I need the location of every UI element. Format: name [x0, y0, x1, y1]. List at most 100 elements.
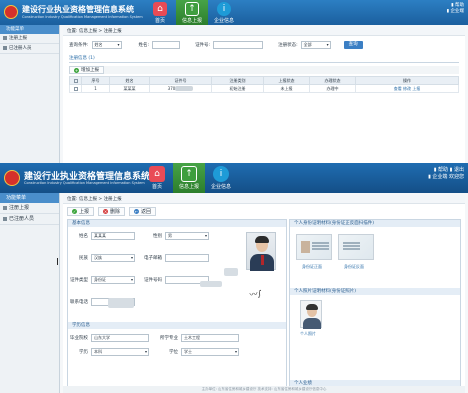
help-logout-links[interactable]: ▮ 帮助 ▮ 退出 [428, 167, 464, 174]
menu-item-icon [3, 35, 7, 40]
condition-value: 姓名 [94, 42, 103, 47]
nav-home[interactable]: ⌂ 首页 [141, 163, 173, 193]
menu-item-icon [3, 216, 7, 221]
chevron-down-icon: ▾ [326, 42, 329, 47]
nation-select[interactable]: 汉族 ▾ [91, 254, 135, 262]
nav-report[interactable]: ↑ 信息上报 [173, 163, 205, 193]
photo-body [303, 318, 321, 329]
table-header-row: 序号 姓名 证件号 注册类别 上报状态 办理状态 操作 [69, 76, 459, 85]
card-front-caption[interactable]: 身份证正面 [302, 264, 322, 270]
gender-select[interactable]: 男 ▾ [165, 232, 209, 240]
person-photo [246, 232, 276, 271]
column-header: 证件号 [149, 76, 212, 85]
select-all-checkbox[interactable] [73, 79, 78, 83]
nav-company[interactable]: i 企业信息 [208, 0, 240, 25]
sidebar-title: 功能菜单 [0, 193, 59, 203]
column-header[interactable] [69, 76, 82, 85]
sidebar: 功能菜单 注册上报 已注册人员 [0, 193, 60, 393]
degree-row: 学历 本科 ▾ 学位 学士 ▾ [70, 348, 239, 356]
nav-report[interactable]: ↑ 信息上报 [176, 0, 208, 25]
top-nav: ⌂ 首页 ↑ 信息上报 i 企业信息 [144, 0, 240, 25]
row-checkbox[interactable] [73, 87, 78, 91]
name-input[interactable]: 某某某 [91, 232, 135, 240]
table-cell: 某某某 [109, 84, 150, 93]
card-text-lines [312, 242, 329, 244]
row-checkbox-cell[interactable] [69, 84, 82, 93]
condition-select[interactable]: 姓名 ▾ [91, 41, 122, 49]
major-input[interactable]: 土木工程 [181, 334, 239, 342]
degree-value: 本科 [94, 349, 102, 354]
sidebar-item-registered[interactable]: 已注册人员 [0, 214, 59, 225]
table-row[interactable]: 1 某某某 370 初始注册 未上报 办理中 查看 修改 上报 [69, 84, 459, 93]
table-cell: 未上报 [263, 84, 310, 93]
add-button[interactable]: + 增加上报 [69, 66, 104, 74]
nav-home[interactable]: ⌂ 首页 [144, 0, 176, 25]
email-input[interactable] [165, 254, 209, 262]
add-label: 增加上报 [81, 68, 99, 73]
id-photo[interactable] [300, 300, 322, 329]
text-cursor-icon: I [56, 257, 59, 268]
nav-home-label: 首页 [151, 184, 162, 190]
degree-label: 学历 [79, 350, 88, 355]
photo-materials-heading: 个人照片证明材料(身份证照片) [290, 288, 460, 295]
degree-select[interactable]: 本科 ▾ [91, 348, 149, 356]
emblem-icon [4, 5, 18, 19]
chevron-down-icon: ▾ [130, 277, 133, 282]
school-input[interactable]: 山东大学 [91, 334, 149, 342]
chevron-down-icon: ▾ [234, 349, 237, 354]
back-button[interactable]: ← 返回 [129, 206, 157, 216]
app-header: 建设行业执业资格管理信息系统 Construction Industry Qua… [0, 0, 468, 25]
education-heading: 学历信息 [68, 322, 286, 329]
table-cell: 办理中 [309, 84, 356, 93]
column-header: 上报状态 [263, 76, 310, 85]
sidebar: 功能菜单 注册上报 已注册人员 [0, 25, 60, 163]
back-icon: ← [134, 208, 140, 214]
photo-caption[interactable]: 个人照片 [300, 331, 316, 337]
home-icon: ⌂ [153, 2, 167, 16]
card-back-caption[interactable]: 身份证反面 [344, 264, 364, 270]
breadcrumb: 位置: 信息上报 > 注册上报 [63, 195, 465, 204]
nation-value: 汉族 [94, 255, 102, 260]
app-title: 建设行业执业资格管理信息系统 [22, 5, 134, 14]
nav-report-label: 信息上报 [181, 18, 202, 24]
column-header: 办理状态 [309, 76, 356, 85]
name-gender-row: 姓名 某某某 性别 男 ▾ [70, 232, 209, 240]
sidebar-item-register[interactable]: 注册上报 [0, 203, 59, 214]
mobile-label: 联系电话 [70, 300, 88, 305]
column-header: 操作 [355, 76, 459, 85]
sidebar-item-register[interactable]: 注册上报 [0, 34, 59, 44]
id-card-front[interactable] [296, 234, 332, 260]
app-subtitle: Construction Industry Qualification Mana… [24, 181, 145, 185]
search-bar: 查询条件: 姓名 ▾ 姓名: 证件号: 注册状态: 全部 ▾ 查询 [69, 39, 459, 51]
delete-button[interactable]: × 删除 [98, 206, 126, 216]
sidebar-item-label: 已注册人员 [9, 216, 35, 222]
nav-company[interactable]: i 企业信息 [205, 163, 237, 193]
degree2-value: 学士 [184, 349, 192, 354]
school-major-row: 毕业院校 山东大学 所学专业 土木工程 [70, 334, 239, 342]
row-actions[interactable]: 查看 修改 上报 [355, 84, 459, 93]
status-select[interactable]: 全部 ▾ [300, 41, 331, 49]
status-label: 注册状态: [278, 43, 298, 48]
gender-value: 男 [168, 233, 172, 238]
form-screen: 建设行业执业资格管理信息系统 Construction Industry Qua… [0, 163, 468, 393]
redacted-block [108, 298, 134, 308]
redacted-block [175, 86, 194, 92]
user-info: ▮ 企业端 欢迎您 [428, 174, 464, 180]
query-condition-label: 查询条件: [69, 43, 89, 48]
chevron-down-icon: ▾ [204, 233, 207, 238]
degree2-select[interactable]: 学士 ▾ [181, 348, 239, 356]
id-card-back[interactable] [338, 234, 374, 260]
page-footer: 主办单位: 山东省住房和城乡建设厅 技术支持: 山东省住房和城乡建设厅信息中心 [63, 386, 465, 393]
status-value: 全部 [303, 42, 312, 47]
sidebar-item-label: 注册上报 [9, 36, 27, 41]
main-content: 位置: 信息上报 > 注册上报 ✓ 上报 × 删除 ← 返回 基本信息 姓名 某某某 … [63, 195, 465, 393]
upload-icon: ↑ [181, 166, 197, 182]
basic-info-heading: 基本信息 [68, 220, 286, 227]
submit-button[interactable]: ✓ 上报 [67, 206, 95, 216]
query-button[interactable]: 查询 [343, 41, 363, 49]
id-input[interactable] [213, 41, 264, 49]
name-input[interactable] [152, 41, 181, 49]
sidebar-item-registered[interactable]: 已注册人员 [0, 44, 59, 54]
nation-email-row: 民族 汉族 ▾ 电子邮箱 [70, 254, 209, 262]
idtype-select[interactable]: 身份证 ▾ [91, 276, 135, 284]
